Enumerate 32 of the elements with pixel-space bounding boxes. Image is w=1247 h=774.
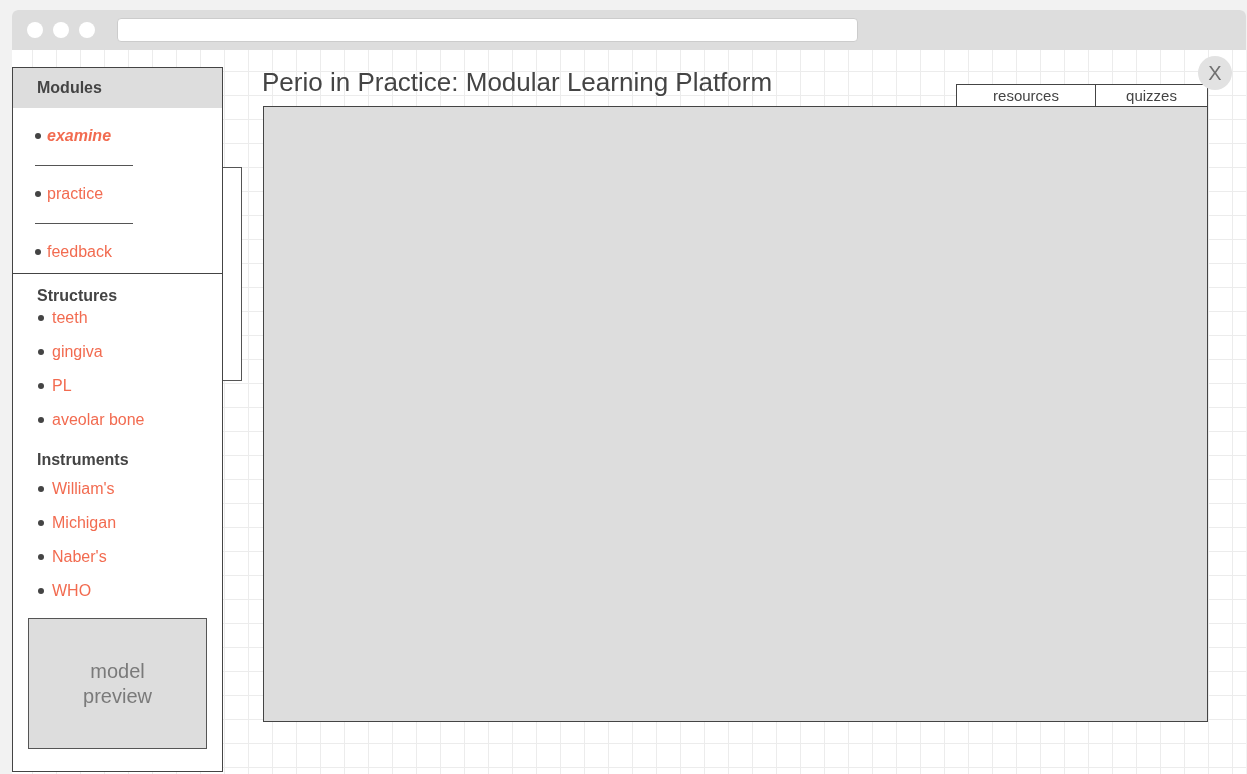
bullet-icon — [38, 588, 44, 594]
tab[interactable]: quizzes — [1095, 84, 1208, 106]
module-link[interactable]: examine — [35, 121, 222, 151]
section-heading: Instruments — [37, 450, 130, 470]
module-link[interactable]: feedback — [35, 237, 222, 267]
sidebar-link[interactable]: PL — [37, 369, 222, 403]
bullet-icon — [35, 133, 41, 139]
bullet-icon — [38, 554, 44, 560]
bullet-icon — [38, 349, 44, 355]
window-control-icon[interactable] — [27, 22, 43, 38]
sidebar-link[interactable]: William's — [37, 472, 222, 506]
bullet-icon — [38, 417, 44, 423]
sidebar-link[interactable]: WHO — [37, 574, 222, 608]
sidebar-link[interactable]: Naber's — [37, 540, 222, 574]
address-field[interactable] — [117, 18, 858, 42]
sidebar-link[interactable]: gingiva — [37, 335, 222, 369]
preview-label: model preview — [82, 658, 153, 709]
window-control-icon[interactable] — [53, 22, 69, 38]
bullet-icon — [38, 315, 44, 321]
page-title: Perio in Practice: Modular Learning Platform — [262, 67, 773, 98]
window-control-icon[interactable] — [79, 22, 95, 38]
sidebar-link[interactable]: Michigan — [37, 506, 222, 540]
tab[interactable]: resources — [956, 84, 1096, 106]
bullet-icon — [38, 486, 44, 492]
close-button[interactable]: X — [1198, 56, 1232, 90]
bullet-icon — [35, 249, 41, 255]
sidebar-heading: Modules — [13, 68, 222, 108]
bullet-icon — [38, 383, 44, 389]
bullet-icon — [35, 191, 41, 197]
sidebar-link[interactable]: aveolar bone — [37, 403, 222, 437]
module-link[interactable]: practice — [35, 179, 222, 209]
bullet-icon — [38, 520, 44, 526]
